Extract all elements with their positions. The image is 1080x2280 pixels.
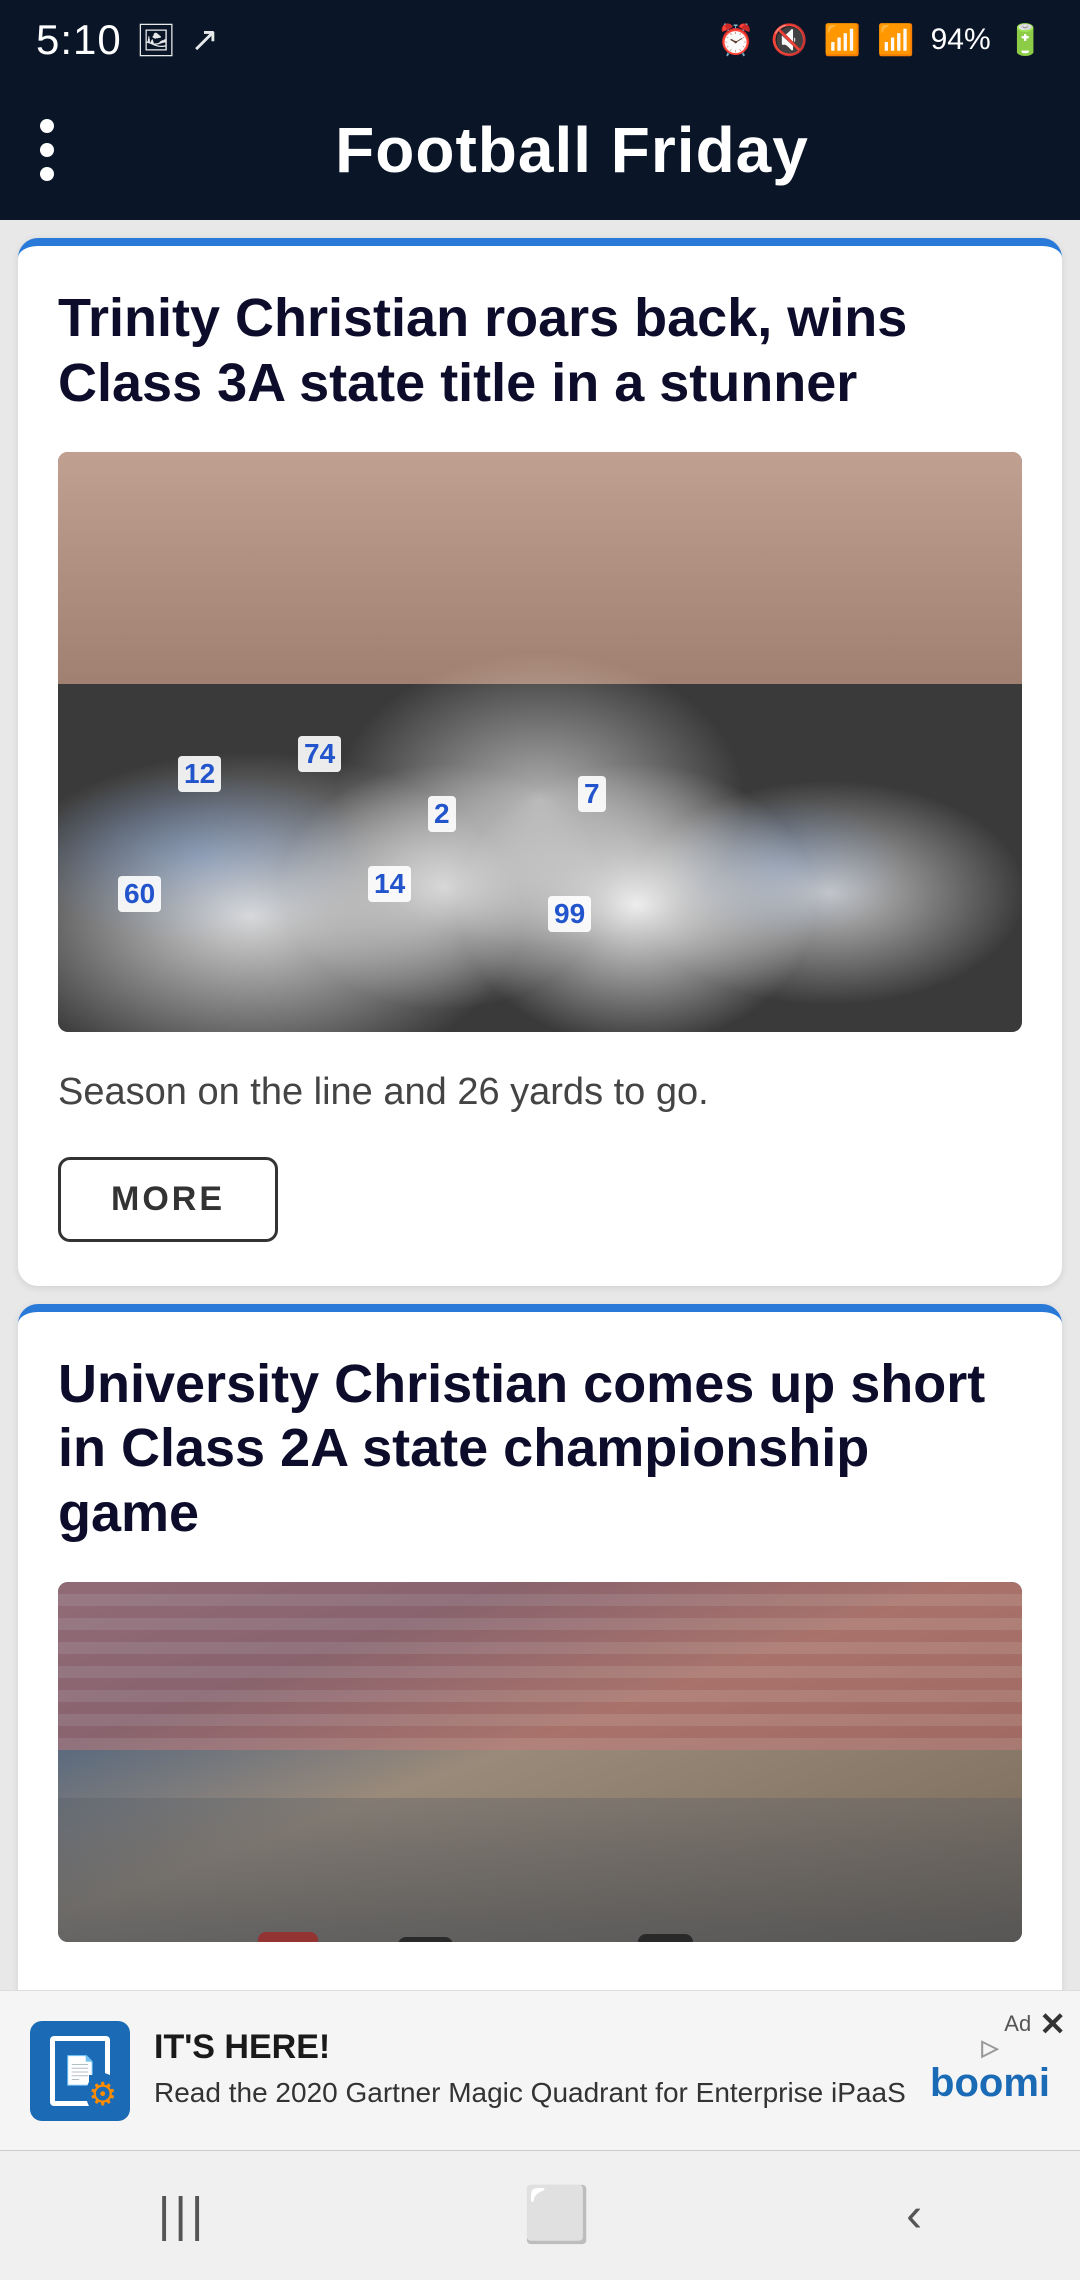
status-time: 5:10: [36, 16, 122, 64]
app-title: Football Friday: [104, 113, 1040, 187]
back-button[interactable]: ‹: [906, 2188, 922, 2243]
status-bar: 5:10 🖼 ↗ ⏰ 🔇 📶 📶 94% 🔋: [0, 0, 1080, 80]
article-2-image: [58, 1582, 1022, 1942]
status-left: 5:10 🖼 ↗: [36, 16, 219, 64]
jersey-60: 60: [118, 876, 161, 912]
jersey-99: 99: [548, 896, 591, 932]
article-card-2: University Christian comes up short in C…: [18, 1304, 1062, 1990]
toolbar: Football Friday: [0, 80, 1080, 220]
recent-apps-button[interactable]: |||: [158, 2188, 207, 2243]
ad-headline: IT'S HERE!: [154, 2028, 906, 2067]
ad-icon: 📄 ⚙: [30, 2021, 130, 2121]
jersey-12: 12: [178, 756, 221, 792]
ad-logo: ▷ boomi: [930, 2035, 1050, 2106]
ad-icon-inner: 📄 ⚙: [50, 2036, 110, 2106]
menu-button[interactable]: [40, 119, 64, 181]
article-1-image: 60 12 74 2 7 14 99: [58, 452, 1022, 1032]
battery-level: 94%: [931, 23, 991, 57]
article-1-title: Trinity Christian roars back, wins Class…: [58, 286, 1022, 416]
status-right: ⏰ 🔇 📶 📶 94% 🔋: [717, 23, 1044, 58]
jersey-14: 14: [368, 866, 411, 902]
ad-logo-text: boomi: [930, 2061, 1050, 2105]
screenshot-icon: ↗: [190, 20, 219, 60]
ad-gear-icon: ⚙: [86, 2073, 119, 2115]
ad-banner[interactable]: 📄 ⚙ IT'S HERE! Read the 2020 Gartner Mag…: [0, 1990, 1080, 2150]
article-1-summary: Season on the line and 26 yards to go.: [58, 1064, 1022, 1121]
article-1-more-button[interactable]: MORE: [58, 1157, 278, 1242]
bottom-nav: ||| ⬜ ‹: [0, 2150, 1080, 2280]
signal-icon: 📶: [877, 23, 914, 58]
ad-close-button[interactable]: ✕: [1039, 2005, 1066, 2043]
content-area: Trinity Christian roars back, wins Class…: [0, 220, 1080, 1990]
battery-icon: 🔋: [1007, 23, 1044, 58]
ad-label: Ad: [1004, 2011, 1031, 2037]
article-card-1: Trinity Christian roars back, wins Class…: [18, 238, 1062, 1286]
ad-subtext: Read the 2020 Gartner Magic Quadrant for…: [154, 2073, 906, 2112]
alarm-icon: ⏰: [717, 23, 754, 58]
mute-icon: 🔇: [771, 23, 808, 58]
jersey-7: 7: [578, 776, 606, 812]
ad-close-area: Ad ✕: [1004, 2005, 1066, 2043]
home-button[interactable]: ⬜: [523, 2184, 590, 2247]
wifi-icon: 📶: [824, 23, 861, 58]
jersey-2: 2: [428, 796, 456, 832]
jersey-74: 74: [298, 736, 341, 772]
ad-text: IT'S HERE! Read the 2020 Gartner Magic Q…: [154, 2028, 906, 2112]
gallery-icon: 🖼: [136, 21, 177, 59]
article-2-title: University Christian comes up short in C…: [58, 1352, 1022, 1546]
